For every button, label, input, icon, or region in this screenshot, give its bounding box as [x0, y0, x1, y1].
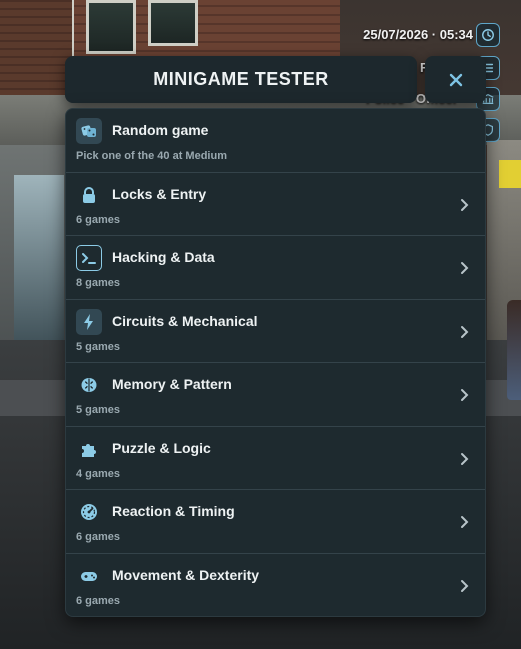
bolt-icon: [76, 308, 102, 335]
item-subtitle: 8 games: [76, 277, 121, 289]
item-title: Locks & Entry: [112, 185, 207, 202]
gamepad-icon: [76, 563, 102, 589]
chevron-right-icon: [461, 389, 469, 401]
pedestrian: [507, 300, 521, 400]
hud-clock-button[interactable]: [476, 23, 500, 47]
category-circuits-mechanical[interactable]: Circuits & Mechanical 5 games: [66, 300, 485, 363]
chevron-right-icon: [461, 262, 469, 274]
category-reaction-timing[interactable]: Reaction & Timing 6 games: [66, 490, 485, 554]
puzzle-icon: [76, 436, 102, 462]
item-subtitle: 6 games: [76, 531, 121, 543]
item-subtitle: 6 games: [76, 213, 121, 226]
street-sign: [499, 160, 521, 188]
building-window: [86, 0, 136, 54]
gauge-icon: [76, 499, 102, 525]
chevron-right-icon: [461, 579, 469, 592]
building-window: [148, 0, 198, 46]
panel-title: MINIGAME TESTER: [153, 69, 329, 89]
category-locks-entry[interactable]: Locks & Entry 6 games: [66, 173, 485, 236]
category-puzzle-logic[interactable]: Puzzle & Logic 4 games: [66, 427, 485, 490]
category-hacking-data[interactable]: Hacking & Data 8 games: [66, 236, 485, 300]
clock-icon: [482, 29, 494, 41]
item-title: Puzzle & Logic: [112, 439, 211, 456]
item-title: Memory & Pattern: [112, 376, 232, 392]
brain-icon: [76, 372, 102, 398]
item-subtitle: Pick one of the 40 at Medium: [76, 150, 227, 162]
chevron-right-icon: [461, 325, 469, 338]
category-movement-dexterity[interactable]: Movement & Dexterity 6 games: [66, 554, 485, 617]
category-memory-pattern[interactable]: Memory & Pattern 5 games: [66, 363, 485, 427]
chevron-right-icon: [461, 516, 469, 528]
item-subtitle: 6 games: [76, 594, 121, 607]
lock-icon: [76, 182, 102, 208]
panel-header: MINIGAME TESTER: [65, 56, 417, 103]
hud-datetime: 25/07/2026 · 05:34: [363, 27, 473, 42]
chevron-right-icon: [461, 198, 469, 211]
item-title: Hacking & Data: [112, 249, 215, 265]
item-title: Movement & Dexterity: [112, 566, 260, 583]
close-icon: [449, 73, 462, 86]
terminal-icon: [76, 245, 102, 271]
shop-window: [14, 175, 64, 355]
item-title: Random game: [112, 122, 209, 138]
item-subtitle: 5 games: [76, 404, 121, 416]
item-subtitle: 4 games: [76, 467, 121, 480]
item-subtitle: 5 games: [76, 340, 121, 353]
category-list: Random game Pick one of the 40 at Medium…: [65, 108, 486, 617]
chevron-right-icon: [461, 452, 469, 465]
dice-icon: [76, 118, 102, 144]
close-button[interactable]: [425, 56, 486, 103]
category-random-game[interactable]: Random game Pick one of the 40 at Medium: [66, 109, 485, 173]
item-title: Circuits & Mechanical: [112, 312, 258, 329]
item-title: Reaction & Timing: [112, 503, 235, 519]
